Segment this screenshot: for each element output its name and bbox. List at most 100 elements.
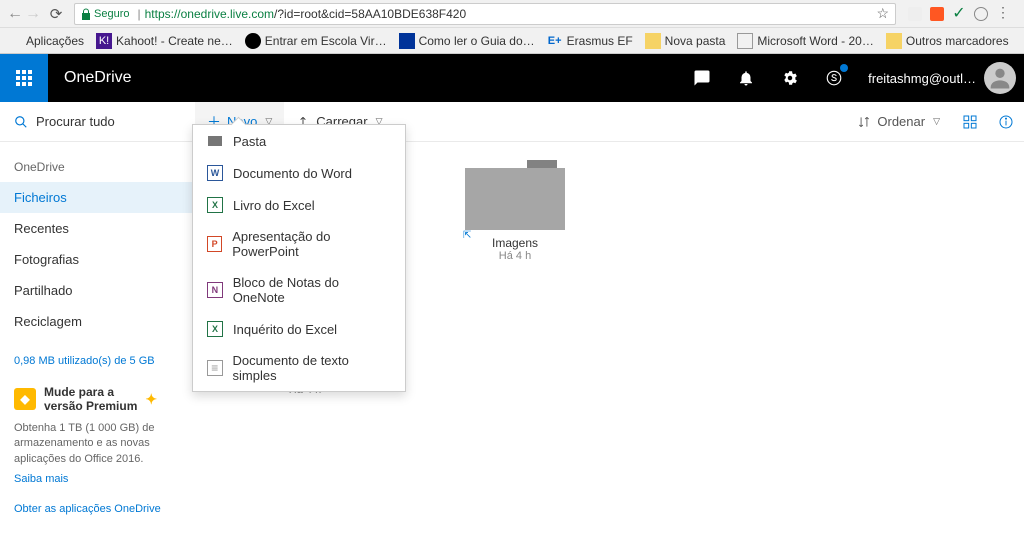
tile-date: Há 4 h xyxy=(415,250,615,262)
new-dropdown: Pasta WDocumento do Word XLivro do Excel… xyxy=(192,124,406,392)
chrome-menu-icon[interactable]: ⋮ xyxy=(996,7,1010,21)
dd-item-folder[interactable]: Pasta xyxy=(193,125,405,157)
main-area: OneDrive Ficheiros Recentes Fotografias … xyxy=(0,142,1024,524)
dd-item-excel[interactable]: XLivro do Excel xyxy=(193,189,405,221)
bookmark-escola[interactable]: Entrar em Escola Vir… xyxy=(245,33,387,49)
notification-badge xyxy=(840,64,848,72)
view-toggle[interactable] xyxy=(952,114,988,130)
premium-diamond-icon: ◆ xyxy=(14,388,36,410)
bookmark-bar: Aplicações K!Kahoot! - Create ne… Entrar… xyxy=(0,28,1024,54)
tile-name: Imagens xyxy=(492,236,538,250)
folder-icon xyxy=(465,160,565,230)
apps-icon xyxy=(6,33,22,49)
apps-label: Aplicações xyxy=(26,34,84,48)
sparkle-icon: ✦ xyxy=(145,391,157,408)
browser-toolbar: ← → ⟳ Seguro | https://onedrive.live.com… xyxy=(0,0,1024,28)
bookmark-overflow[interactable]: Outros marcadores xyxy=(886,33,1009,49)
sort-button[interactable]: Ordenar ▽ xyxy=(845,114,952,129)
info-button[interactable] xyxy=(988,114,1024,130)
lock-icon xyxy=(81,8,91,20)
excel-survey-icon: X xyxy=(207,321,223,337)
skype-button[interactable] xyxy=(812,54,856,102)
chat-button[interactable] xyxy=(680,54,724,102)
settings-button[interactable] xyxy=(768,54,812,102)
dd-item-text[interactable]: ≡Documento de texto simples xyxy=(193,345,405,391)
secure-label: Seguro xyxy=(94,8,129,20)
sidebar-root[interactable]: OneDrive xyxy=(0,156,195,182)
ext-icon-3[interactable]: ✓ xyxy=(952,7,966,21)
ext-icon-4[interactable] xyxy=(974,7,988,21)
reload-button[interactable]: ⟳ xyxy=(46,5,66,23)
folder-icon xyxy=(645,33,661,49)
info-icon xyxy=(998,114,1014,130)
premium-title: Mude para aversão Premium xyxy=(44,385,137,413)
powerpoint-icon: P xyxy=(207,236,222,252)
sidebar: OneDrive Ficheiros Recentes Fotografias … xyxy=(0,142,195,524)
url-host: https://onedrive.live.com xyxy=(145,7,274,21)
address-bar[interactable]: Seguro | https://onedrive.live.com/?id=r… xyxy=(74,3,896,25)
get-apps-link[interactable]: Obter as aplicações OneDrive xyxy=(0,485,195,533)
back-button[interactable]: ← xyxy=(6,5,24,23)
notifications-button[interactable] xyxy=(724,54,768,102)
chat-icon xyxy=(693,69,711,87)
share-badge-icon: ⇱ xyxy=(463,230,471,241)
bookmark-erasmus[interactable]: E+Erasmus EF xyxy=(547,33,633,49)
kahoot-icon: K! xyxy=(96,33,112,49)
sort-label: Ordenar xyxy=(877,114,925,129)
ext-icon-1[interactable] xyxy=(908,7,922,21)
apps-shortcut[interactable]: Aplicações xyxy=(6,33,84,49)
sidebar-item-files[interactable]: Ficheiros xyxy=(0,182,195,213)
folder-icon xyxy=(207,133,223,149)
suite-bar: OneDrive freitashmg@outl… xyxy=(0,54,1024,102)
skype-icon xyxy=(825,69,843,87)
sidebar-item-recycle[interactable]: Reciclagem xyxy=(0,306,195,337)
url-path: /?id=root&cid=58AA10BDE638F420 xyxy=(274,7,466,21)
escola-icon xyxy=(245,33,261,49)
sidebar-item-recent[interactable]: Recentes xyxy=(0,213,195,244)
bookmark-word[interactable]: Microsoft Word - 20… xyxy=(737,33,873,49)
extension-icons: ✓ ⋮ xyxy=(900,7,1018,21)
chevron-down-icon: ▽ xyxy=(933,116,940,127)
account-email: freitashmg@outl… xyxy=(868,71,976,86)
grid-icon xyxy=(962,114,978,130)
word-icon: W xyxy=(207,165,223,181)
ext-icon-2[interactable] xyxy=(930,7,944,21)
bookmark-star-icon[interactable]: ☆ xyxy=(876,5,889,22)
forward-button[interactable]: → xyxy=(24,5,42,23)
onenote-icon: N xyxy=(207,282,223,298)
app-title: OneDrive xyxy=(64,69,132,87)
premium-desc: Obtenha 1 TB (1 000 GB) de armazenamento… xyxy=(14,421,181,467)
bookmark-pasta[interactable]: Nova pasta xyxy=(645,33,726,49)
premium-link[interactable]: Saiba mais xyxy=(14,473,181,485)
bell-icon xyxy=(737,69,755,87)
search-box[interactable]: Procurar tudo xyxy=(0,102,195,141)
app-launcher[interactable] xyxy=(0,54,48,102)
search-icon xyxy=(14,115,28,129)
bookmark-guia[interactable]: Como ler o Guia do… xyxy=(399,33,535,49)
avatar xyxy=(984,62,1016,94)
sidebar-item-shared[interactable]: Partilhado xyxy=(0,275,195,306)
folder-icon xyxy=(886,33,902,49)
storage-quota[interactable]: 0,98 MB utilizado(s) de 5 GB xyxy=(0,337,195,367)
dd-item-excel-survey[interactable]: XInquérito do Excel xyxy=(193,313,405,345)
gear-icon xyxy=(781,69,799,87)
sort-icon xyxy=(857,115,871,129)
secure-indicator: Seguro xyxy=(81,8,129,20)
dd-item-word[interactable]: WDocumento do Word xyxy=(193,157,405,189)
excel-icon: X xyxy=(207,197,223,213)
waffle-icon xyxy=(16,70,32,86)
eu-flag-icon xyxy=(399,33,415,49)
dd-item-onenote[interactable]: NBloco de Notas do OneNote xyxy=(193,267,405,313)
person-icon xyxy=(986,64,1014,92)
erasmus-icon: E+ xyxy=(547,33,563,49)
command-bar: Procurar tudo ＋ Novo ▽ Carregar ▽ Ordena… xyxy=(0,102,1024,142)
search-placeholder: Procurar tudo xyxy=(36,114,115,129)
text-icon: ≡ xyxy=(207,360,223,376)
sidebar-item-photos[interactable]: Fotografias xyxy=(0,244,195,275)
dd-item-powerpoint[interactable]: PApresentação do PowerPoint xyxy=(193,221,405,267)
bookmark-kahoot[interactable]: K!Kahoot! - Create ne… xyxy=(96,33,233,49)
account-menu[interactable]: freitashmg@outl… xyxy=(856,62,1024,94)
doc-icon xyxy=(737,33,753,49)
premium-upsell: ◆ Mude para aversão Premium ✦ Obtenha 1 … xyxy=(0,367,195,485)
file-tile-folder[interactable]: ⇱ Imagens Há 4 h xyxy=(415,160,615,262)
